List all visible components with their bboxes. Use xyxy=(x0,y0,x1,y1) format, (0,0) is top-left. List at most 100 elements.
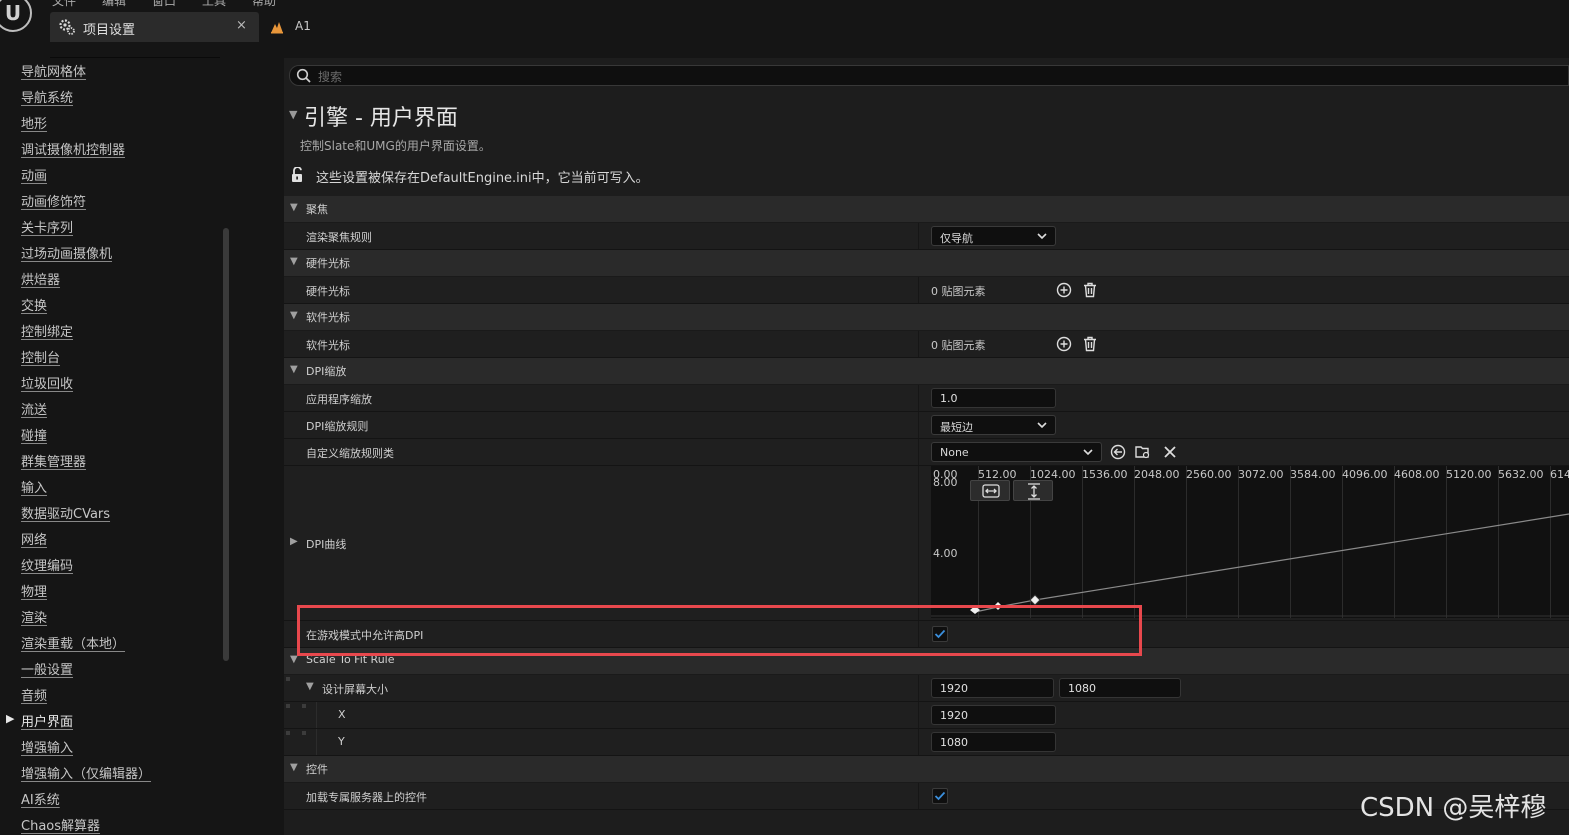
indent-marker xyxy=(286,731,290,735)
sidebar-item[interactable]: AI系统 xyxy=(21,789,60,808)
sidebar-item[interactable]: 烘焙器 xyxy=(21,269,60,288)
load-widgets-server-checkbox[interactable] xyxy=(932,788,948,804)
collapse-arrow-icon[interactable]: ▼ xyxy=(306,681,314,692)
sidebar-item[interactable]: 控制绑定 xyxy=(21,321,73,340)
dpi-rule-dropdown[interactable]: 最短边 xyxy=(931,415,1056,435)
tab-project-settings[interactable]: 项目设置 × xyxy=(50,12,259,42)
sidebar-item[interactable]: 导航网格体 xyxy=(21,61,86,80)
indent-line xyxy=(316,702,317,728)
section-title: 软件光标 xyxy=(306,311,350,324)
app-scale-row: 应用程序缩放 1.0 xyxy=(284,385,1569,412)
curve-toolbar xyxy=(970,480,1054,501)
design-screen-size-row: ▼ 设计屏幕大小 1920 1080 xyxy=(284,675,1569,702)
annotation-highlight-box xyxy=(297,605,1142,656)
software-cursor-row: 软件光标 0 贴图元素 xyxy=(284,331,1569,358)
input-value: 1080 xyxy=(940,736,968,749)
checkmark-icon xyxy=(934,791,946,801)
close-icon[interactable]: × xyxy=(236,18,247,33)
sidebar-item[interactable]: 增强输入（仅编辑器） xyxy=(21,763,151,782)
sidebar-item[interactable]: 渲染重载（本地） xyxy=(21,633,125,652)
menu-file[interactable]: 文件 xyxy=(52,0,76,9)
section-focus[interactable]: ▼ 聚焦 xyxy=(284,196,1569,223)
sidebar-item[interactable]: 导航系统 xyxy=(21,87,73,106)
column-divider xyxy=(918,466,919,620)
sidebar-item[interactable]: 动画 xyxy=(21,165,47,184)
tab-project-settings-label: 项目设置 xyxy=(83,23,136,38)
sidebar-item[interactable]: 流送 xyxy=(21,399,47,418)
page-description: 控制Slate和UMG的用户界面设置。 xyxy=(300,139,491,153)
design-x-input[interactable]: 1920 xyxy=(931,705,1056,725)
design-width-input[interactable]: 1920 xyxy=(931,678,1054,698)
unlock-icon xyxy=(292,167,302,182)
section-hardware-cursor[interactable]: ▼ 硬件光标 xyxy=(284,250,1569,277)
input-value: 1.0 xyxy=(940,392,958,405)
sidebar-item[interactable]: 用户界面 xyxy=(21,711,73,730)
section-title: 控件 xyxy=(306,763,328,776)
collapse-arrow-icon[interactable]: ▼ xyxy=(289,108,297,121)
sidebar-scrollbar[interactable] xyxy=(223,228,229,661)
delete-trash-icon[interactable] xyxy=(1082,336,1098,352)
sidebar-item[interactable]: 垃圾回收 xyxy=(21,373,73,392)
menu-help[interactable]: 帮助 xyxy=(252,0,276,9)
use-selected-arrow-icon[interactable] xyxy=(1110,444,1126,460)
sidebar-item[interactable]: 地形 xyxy=(21,113,47,132)
section-dpi-scaling[interactable]: ▼ DPI缩放 xyxy=(284,358,1569,385)
active-item-arrow-icon: ▶ xyxy=(6,712,15,725)
property-label: 硬件光标 xyxy=(306,285,350,298)
sidebar-item[interactable]: 群集管理器 xyxy=(21,451,86,470)
property-label: Y xyxy=(338,735,345,748)
design-y-row: Y 1080 xyxy=(284,729,1569,756)
section-software-cursor[interactable]: ▼ 软件光标 xyxy=(284,304,1569,331)
dropdown-value: 仅导航 xyxy=(940,232,973,245)
sidebar-item[interactable]: 交换 xyxy=(21,295,47,314)
sidebar-item[interactable]: 渲染 xyxy=(21,607,47,626)
sidebar-item[interactable]: 一般设置 xyxy=(21,659,73,678)
fit-horizontal-button[interactable] xyxy=(970,480,1010,501)
menu-tools[interactable]: 工具 xyxy=(202,0,226,9)
dpi-rule-row: DPI缩放规则 最短边 xyxy=(284,412,1569,439)
sidebar-item[interactable]: 调试摄像机控制器 xyxy=(21,139,125,158)
clear-x-icon[interactable] xyxy=(1162,444,1178,460)
add-element-icon[interactable] xyxy=(1056,336,1072,352)
sidebar-item[interactable]: 物理 xyxy=(21,581,47,600)
sidebar-item[interactable]: Chaos解算器 xyxy=(21,815,100,834)
section-title: 聚焦 xyxy=(306,203,328,216)
render-focus-rule-dropdown[interactable]: 仅导航 xyxy=(931,226,1056,246)
indent-marker xyxy=(302,731,306,735)
input-value: 1920 xyxy=(940,682,968,695)
browse-folder-icon[interactable] xyxy=(1135,444,1151,460)
design-y-input[interactable]: 1080 xyxy=(931,732,1056,752)
sidebar-item[interactable]: 关卡序列 xyxy=(21,217,73,236)
sidebar-item[interactable]: 过场动画摄像机 xyxy=(21,243,112,262)
tab-a1-label: A1 xyxy=(295,19,311,33)
chevron-down-icon xyxy=(1037,422,1047,429)
menu-edit[interactable]: 编辑 xyxy=(102,0,126,9)
custom-rule-class-dropdown[interactable]: None xyxy=(931,442,1102,462)
column-divider xyxy=(918,439,919,465)
sidebar-item[interactable]: 增强输入 xyxy=(21,737,73,756)
search-input[interactable]: 搜索 xyxy=(289,65,1569,86)
sidebar-item[interactable]: 纹理编码 xyxy=(21,555,73,574)
expand-arrow-icon[interactable]: ▶ xyxy=(290,536,298,547)
property-label: DPI缩放规则 xyxy=(306,420,369,433)
app-scale-input[interactable]: 1.0 xyxy=(931,388,1056,408)
section-title: 硬件光标 xyxy=(306,257,350,270)
column-divider xyxy=(918,412,919,438)
sidebar-item[interactable]: 输入 xyxy=(21,477,47,496)
design-height-input[interactable]: 1080 xyxy=(1059,678,1181,698)
sidebar-item[interactable]: 数据驱动CVars xyxy=(21,503,110,522)
sidebar-item[interactable]: 控制台 xyxy=(21,347,60,366)
property-label: X xyxy=(338,708,346,721)
add-element-icon[interactable] xyxy=(1056,282,1072,298)
fit-vertical-button[interactable] xyxy=(1013,480,1053,501)
column-divider xyxy=(918,223,919,249)
settings-gear-icon xyxy=(59,19,75,35)
menu-window[interactable]: 窗口 xyxy=(152,0,176,9)
section-widgets[interactable]: ▼ 控件 xyxy=(284,756,1569,783)
sidebar-item[interactable]: 音频 xyxy=(21,685,47,704)
sidebar-item[interactable]: 碰撞 xyxy=(21,425,47,444)
delete-trash-icon[interactable] xyxy=(1082,282,1098,298)
sidebar-item[interactable]: 网络 xyxy=(21,529,47,548)
sidebar-item[interactable]: 动画修饰符 xyxy=(21,191,86,210)
column-divider xyxy=(918,729,919,755)
